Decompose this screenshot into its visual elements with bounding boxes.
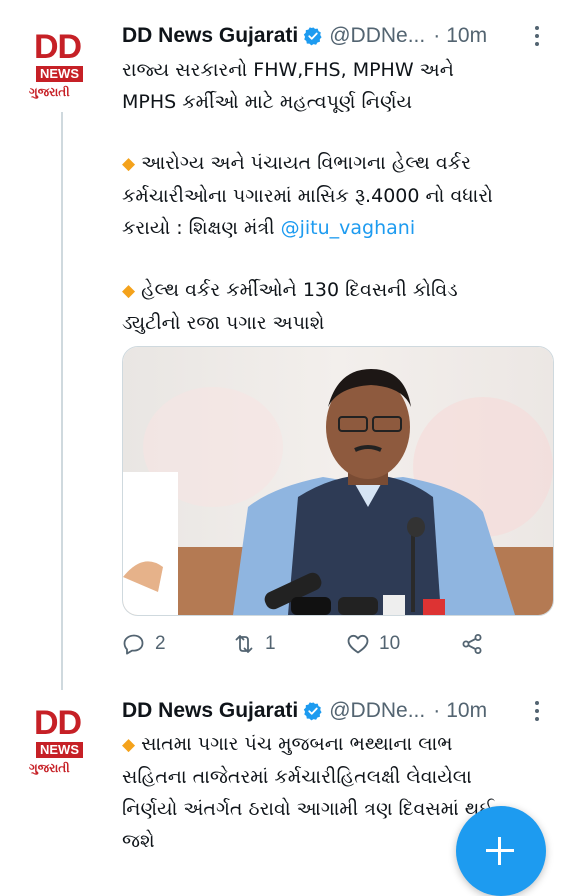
verified-badge-icon [304, 27, 322, 46]
thread-connector-line [61, 112, 63, 690]
bullet-text: હેલ્થ વર્કર કર્મીઓને 130 દિવસની કોવિડ [141, 279, 458, 301]
retweet-count: 1 [265, 633, 276, 654]
compose-tweet-button[interactable] [456, 806, 546, 896]
bullet-text: કર્મચારીઓના પગારમાં માસિક રૂ.4000 નો વધા… [122, 185, 493, 207]
orange-diamond-icon: ◆ [122, 154, 136, 174]
tweet-actions: 2 1 10 [122, 632, 502, 662]
reply-icon [123, 634, 144, 655]
like-button[interactable]: 10 [346, 632, 400, 656]
logo-gujarati-text: ગુજરાતી [29, 85, 70, 99]
tweet-text: ◆ સાતમા પગાર પંચ મુજબના ભથ્થાના લાભ સહિતન… [122, 728, 494, 857]
orange-diamond-icon: ◆ [122, 735, 136, 755]
tweet-1[interactable]: DD NEWS ગુજરાતી DD News Gujarati @DDNe..… [0, 0, 566, 692]
tweet-header: DD News Gujarati @DDNe... · 10m [122, 21, 487, 51]
author-name[interactable]: DD News Gujarati [122, 699, 298, 723]
share-button[interactable] [460, 632, 484, 656]
bullet-text: સાતમા પગાર પંચ મુજબના ભથ્થાના લાભ [141, 733, 453, 755]
like-count: 10 [379, 633, 401, 654]
tweet-text-line: રાજ્ય સરકારનો FHW,FHS, MPHW અને [122, 59, 454, 81]
mention-link[interactable]: @jitu_vaghani [281, 217, 416, 239]
separator-dot: · [433, 24, 441, 47]
share-icon [462, 634, 482, 654]
bullet-text: આરોગ્ય અને પંચાયત વિભાગના હેલ્થ વર્કર [141, 152, 471, 174]
bullet-text: નિર્ણયો અંતર્ગત ઠરાવો આગામી ત્રણ દિવસમાં… [122, 798, 495, 820]
reply-button[interactable]: 2 [122, 632, 166, 656]
bullet-text: કરાયો : શિક્ષણ મંત્રી [122, 217, 281, 239]
avatar[interactable]: DD NEWS ગુજરાતી [24, 30, 100, 108]
tweet-timestamp[interactable]: 10m [446, 699, 487, 723]
heart-icon [347, 634, 369, 654]
tweet-bullet-1: ◆ આરોગ્ય અને પંચાયત વિભાગના હેલ્થ વર્કર ક… [122, 147, 493, 244]
more-options-icon[interactable] [530, 699, 544, 723]
avatar[interactable]: DD NEWS ગુજરાતી [24, 706, 100, 784]
logo-dd-text: DD [34, 704, 82, 742]
logo-news-badge: NEWS [36, 66, 83, 82]
author-handle[interactable]: @DDNe... [329, 24, 425, 48]
logo-gujarati-text: ગુજરાતી [29, 761, 70, 775]
press-conference-photo [123, 347, 553, 615]
reply-count: 2 [155, 633, 166, 654]
more-options-icon[interactable] [530, 24, 544, 48]
tweet-image[interactable] [122, 346, 554, 616]
retweet-icon [235, 635, 253, 653]
tweet-header: DD News Gujarati @DDNe... · 10m [122, 696, 487, 726]
tweet-text: રાજ્ય સરકારનો FHW,FHS, MPHW અને MPHS કર્… [122, 54, 454, 118]
bullet-text: ડ્યુટીનો રજા પગાર અપાશે [122, 312, 325, 334]
logo-news-badge: NEWS [36, 742, 83, 758]
author-handle[interactable]: @DDNe... [329, 699, 425, 723]
tweet-bullet-2: ◆ હેલ્થ વર્કર કર્મીઓને 130 દિવસની કોવિડ ડ… [122, 274, 458, 339]
orange-diamond-icon: ◆ [122, 281, 136, 301]
bullet-text: સહિતના તાજેતરમાં કર્મચારીહિતલક્ષી લેવાયે… [122, 766, 472, 788]
logo-dd-text: DD [34, 28, 82, 66]
verified-badge-icon [304, 702, 322, 721]
author-name[interactable]: DD News Gujarati [122, 24, 298, 48]
retweet-button[interactable]: 1 [232, 632, 276, 656]
tweet-text-line: MPHS કર્મીઓ માટે મહત્વપૂર્ણ નિર્ણય [122, 91, 413, 113]
tweet-timestamp[interactable]: 10m [446, 24, 487, 48]
bullet-text: જશે [122, 830, 155, 852]
separator-dot: · [433, 699, 441, 722]
